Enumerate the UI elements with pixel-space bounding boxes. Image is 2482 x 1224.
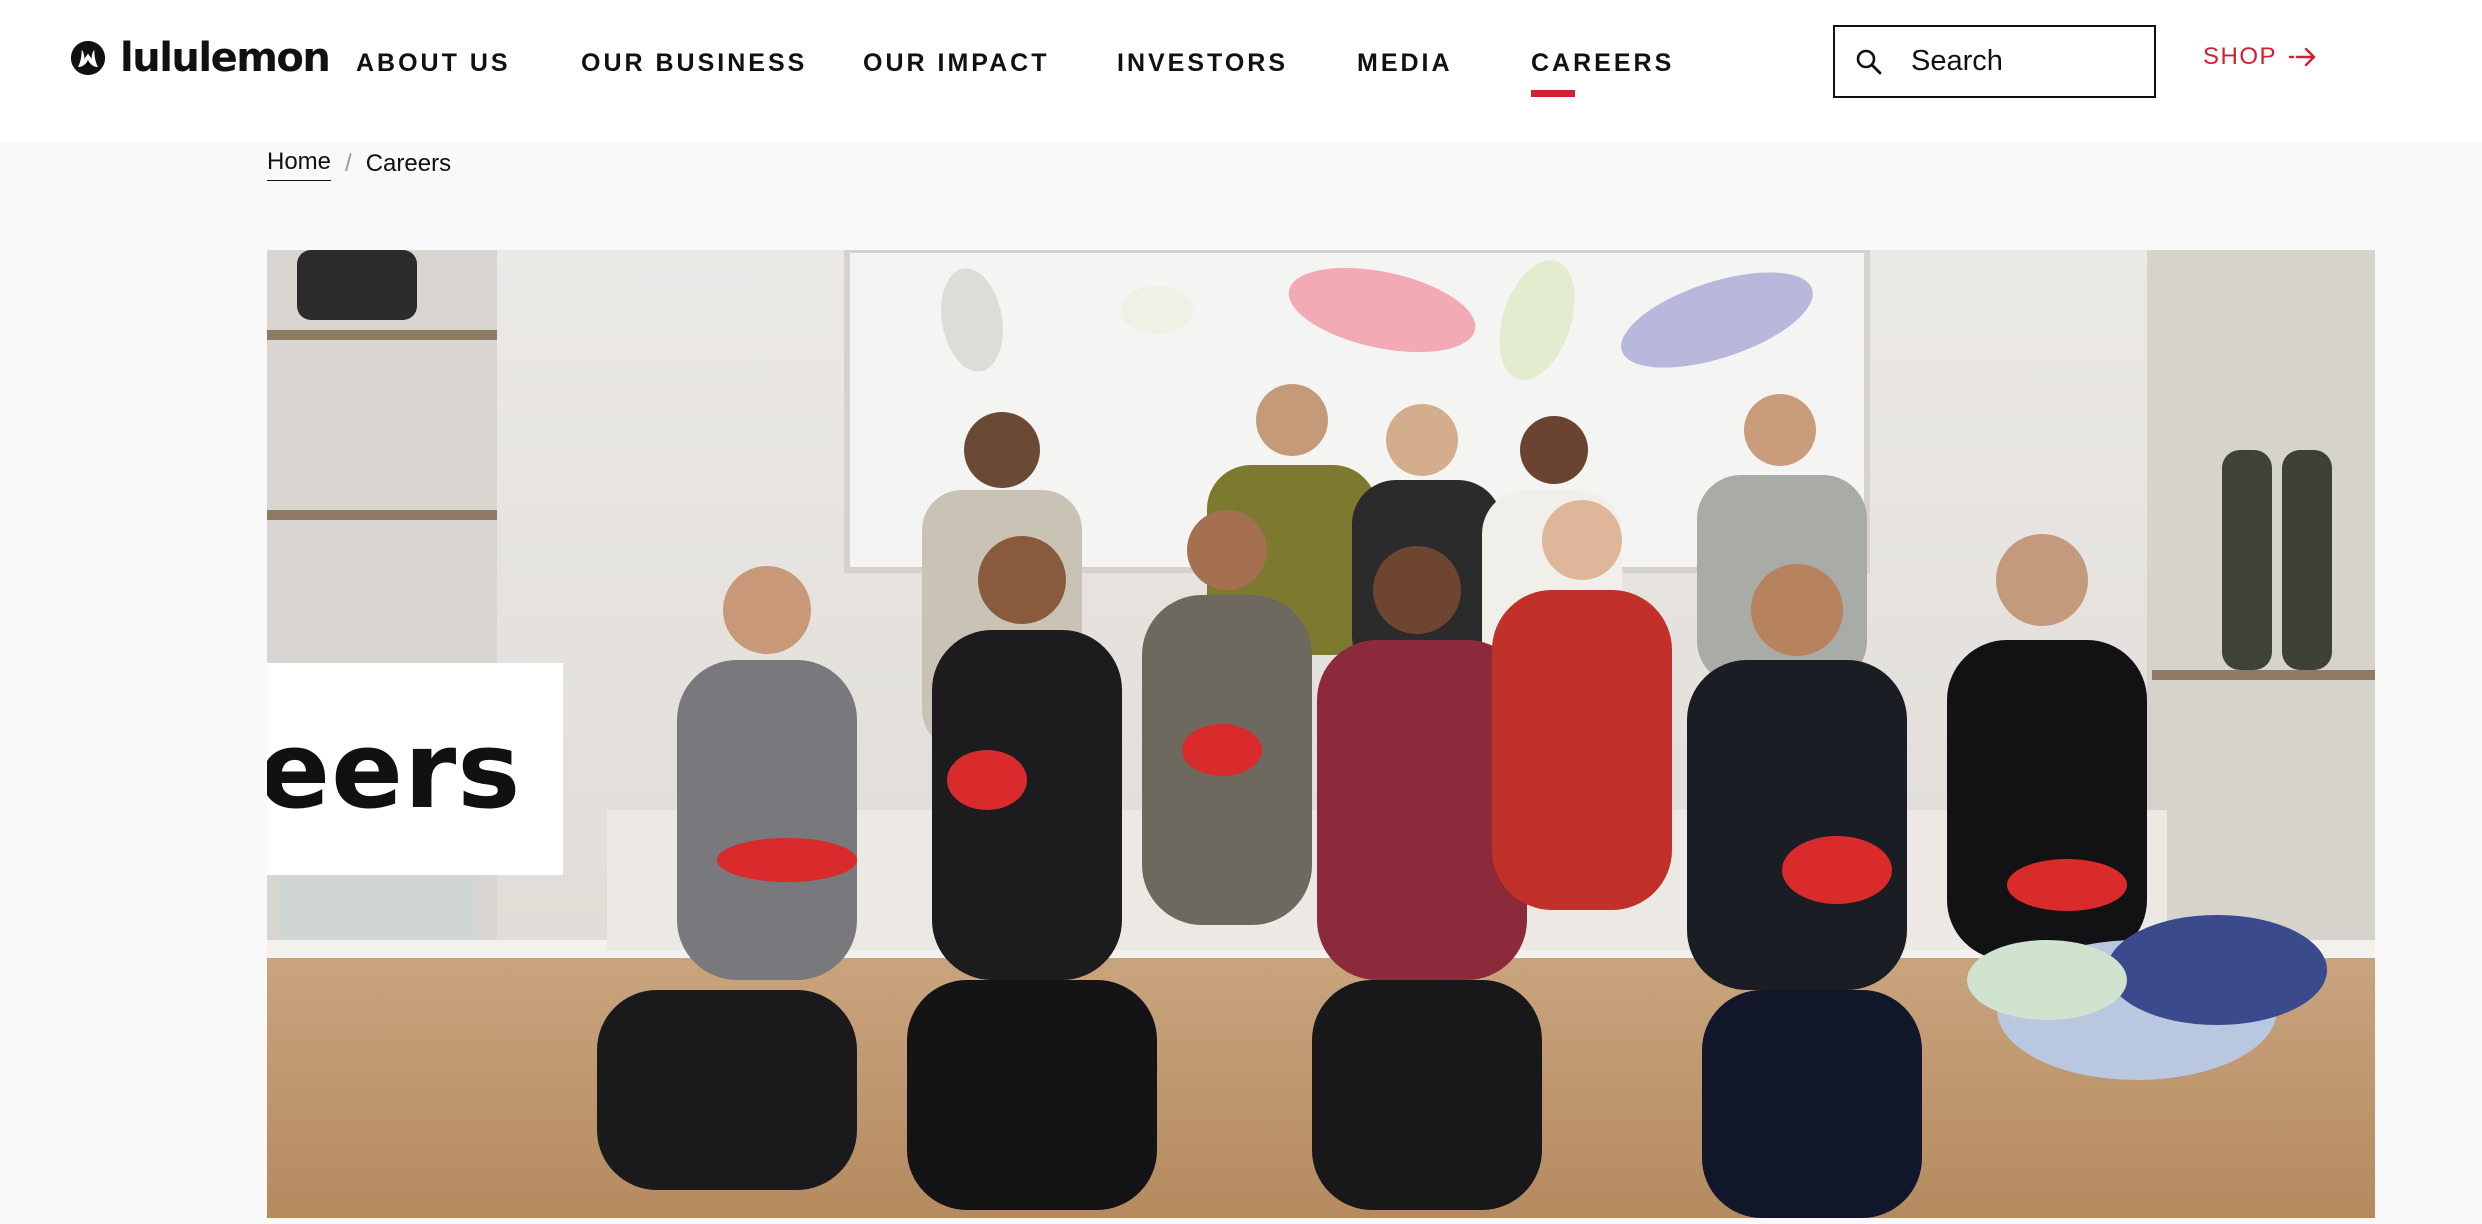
page-title: Careers [267, 709, 522, 832]
nav-media[interactable]: MEDIA [1357, 48, 1453, 78]
breadcrumb-home[interactable]: Home [267, 146, 332, 181]
hero-group-photo: Careers [267, 250, 2375, 1218]
shop-link[interactable]: SHOP [2203, 42, 2317, 72]
hero-photo-illustration [267, 250, 2375, 1218]
arrow-right-icon [2288, 47, 2316, 67]
nav-careers[interactable]: CAREERS [1531, 48, 1675, 97]
breadcrumb-separator: / [345, 149, 352, 177]
active-nav-indicator [1531, 90, 1575, 97]
nav-investors[interactable]: INVESTORS [1117, 48, 1288, 78]
nav-about-us[interactable]: ABOUT US [356, 48, 511, 78]
search-field[interactable] [1833, 25, 2156, 98]
search-input[interactable] [1911, 45, 2141, 78]
nav-our-business[interactable]: OUR BUSINESS [581, 48, 807, 78]
search-icon [1856, 49, 1882, 74]
shop-label: SHOP [2203, 43, 2278, 70]
site-header: lululemon ABOUT US OUR BUSINESS OUR IMPA… [0, 0, 2482, 142]
hero-title-card: Careers [267, 663, 563, 875]
breadcrumb-current: Careers [365, 149, 452, 177]
breadcrumb: Home / Careers [267, 146, 451, 181]
nav-careers-label: CAREERS [1531, 49, 1675, 77]
nav-our-impact[interactable]: OUR IMPACT [863, 48, 1049, 78]
